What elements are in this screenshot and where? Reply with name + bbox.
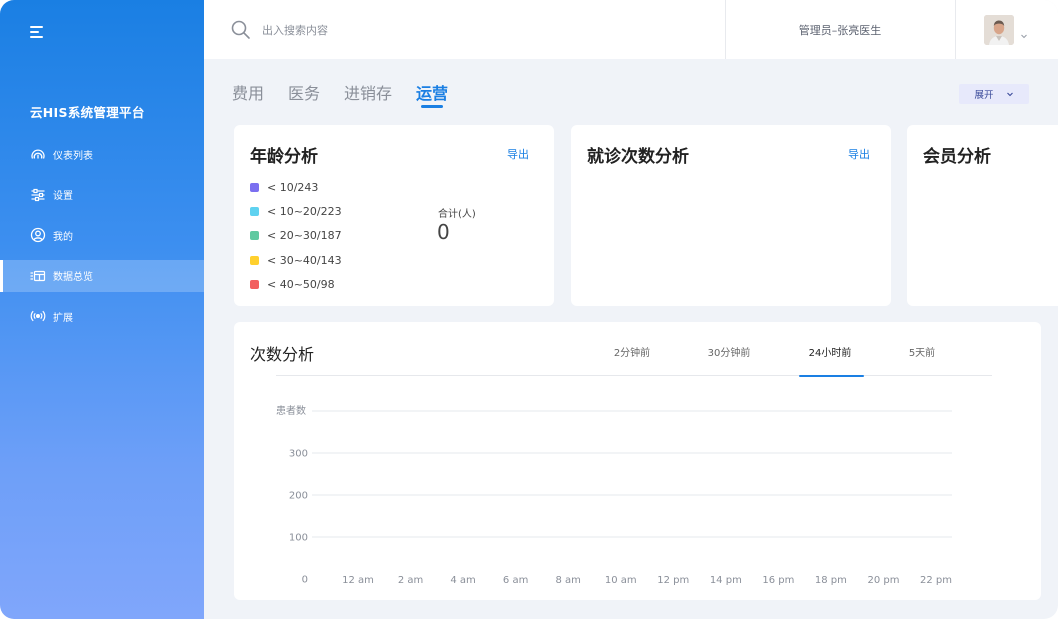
legend-item: < 30~40/143 [250,248,342,272]
age-legend: < 10/243 < 10~20/223 < 20~30/187 < 30~40… [250,175,342,296]
sidebar-item-data-overview[interactable]: 数据总览 [0,259,204,292]
sliders-icon [30,187,46,203]
card-title: 会员分析 [923,147,991,167]
y-tick-label: 200 [289,491,308,502]
x-tick-label: 14 pm [710,575,742,586]
legend-swatch [250,231,259,241]
admin-name[interactable]: 管理员–张亮医生 [726,0,954,59]
chevron-down-icon [1006,90,1014,98]
legend-item: < 40~50/98 [250,272,342,296]
x-tick-label: 2 am [398,575,423,586]
age-analysis-card: 年龄分析 导出 < 10/243 < 10~20/223 < 20~30/187… [234,125,554,306]
dashboard-icon [30,146,46,162]
search-icon[interactable] [230,19,252,41]
chevron-down-icon[interactable] [1020,25,1028,39]
tab-operations[interactable]: 运营 [416,80,448,110]
x-tick-label: 8 am [555,575,580,586]
x-tick-label: 16 pm [762,575,794,586]
y-axis-label: 患者数 [276,404,306,417]
export-link[interactable]: 导出 [507,146,529,162]
sidebar-item-mine[interactable]: 我的 [0,219,204,251]
x-tick-label: 22 pm [920,575,952,586]
module-tabs: 费用 医务 进销存 运营 [232,80,472,110]
legend-label: < 10~20/223 [267,204,342,218]
sidebar-item-extension[interactable]: 扩展 [0,300,204,332]
legend-swatch [250,279,259,289]
legend-label: < 10/243 [267,180,319,194]
data-overview-icon [30,268,46,284]
sidebar-nav: 仪表列表 设置 我的 数据总览 扩展 [0,138,204,341]
tab-medical[interactable]: 医务 [288,80,320,110]
legend-swatch [250,182,259,192]
card-title: 年龄分析 [250,147,318,167]
count-analysis-card: 次数分析 2分钟前 30分钟前 24小时前 5天前 患者数 0 100 200 300… [234,322,1041,600]
sidebar-item-label: 设置 [53,191,73,202]
y-tick-label: 300 [289,449,308,460]
x-tick-label: 18 pm [815,575,847,586]
legend-label: < 40~50/98 [267,277,335,291]
avatar[interactable] [984,15,1014,45]
search-input[interactable] [262,18,562,42]
legend-item: < 10~20/223 [250,199,342,223]
x-tick-label: 12 pm [657,575,689,586]
sidebar-item-settings[interactable]: 设置 [0,179,204,211]
y-tick-label: 0 [302,575,308,586]
sidebar-item-label: 仪表列表 [53,150,93,162]
member-analysis-card: 会员分析 [907,125,1058,306]
total-value: 0 [437,220,450,244]
legend-swatch [250,206,259,216]
x-tick-label: 20 pm [867,575,899,586]
export-link[interactable]: 导出 [848,146,870,162]
x-tick-label: 10 am [605,575,637,586]
x-tick-label: 12 am [342,575,374,586]
visit-count-card: 就诊次数分析 导出 [571,125,891,306]
card-title: 就诊次数分析 [587,147,689,167]
legend-label: < 20~30/187 [267,229,342,243]
expand-button-label: 展开 [974,90,994,101]
sidebar-item-label: 扩展 [53,312,73,324]
legend-label: < 30~40/143 [267,253,342,267]
tab-inventory[interactable]: 进销存 [344,80,392,110]
sidebar: 云HIS系统管理平台 仪表列表 设置 我的 数据总览 扩展 [0,0,204,619]
legend-item: < 10/243 [250,175,342,199]
total-label: 合计(人) [438,209,476,220]
sidebar-item-label: 数据总览 [53,272,93,283]
app-window: 云HIS系统管理平台 仪表列表 设置 我的 数据总览 扩展 出入搜索内容 管理员… [0,0,1058,619]
count-line-chart: 患者数 0 100 200 300 12 am 2 am 4 am 6 am 8 am 10 a… [276,404,952,586]
broadcast-icon [30,308,46,324]
expand-button[interactable]: 展开 [959,84,1029,104]
user-icon [30,227,46,243]
menu-toggle-icon[interactable] [30,26,46,40]
sidebar-item-dashboard[interactable]: 仪表列表 [0,138,204,170]
header-divider [955,0,956,59]
tab-cost[interactable]: 费用 [232,80,264,110]
x-tick-label: 6 am [503,575,528,586]
top-header: 管理员–张亮医生 [204,0,1058,59]
sidebar-item-label: 我的 [53,231,73,243]
y-tick-label: 100 [289,533,308,544]
legend-item: < 20~30/187 [250,224,342,248]
app-title: 云HIS系统管理平台 [30,105,145,120]
legend-swatch [250,255,259,265]
x-tick-label: 4 am [450,575,475,586]
